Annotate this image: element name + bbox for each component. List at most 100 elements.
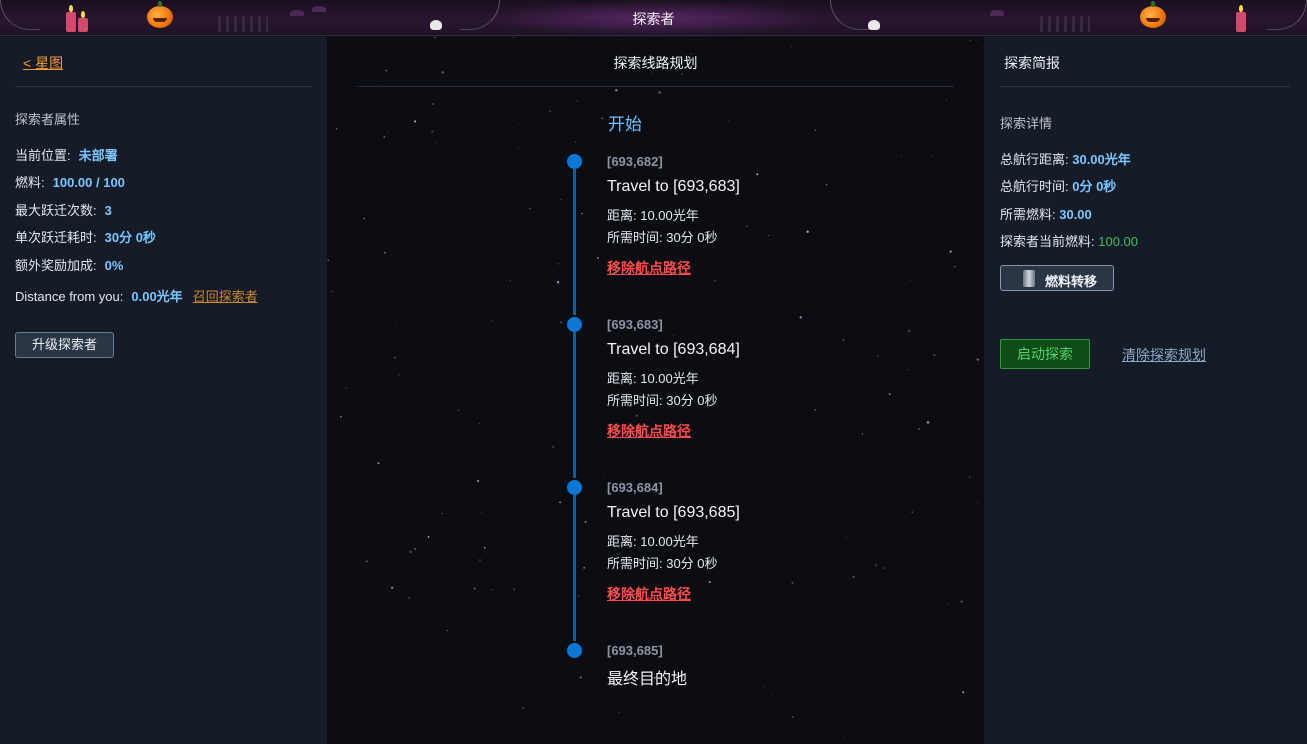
star (480, 511, 482, 513)
bat-icon (990, 10, 1004, 16)
timeline-segment (573, 495, 576, 641)
star (390, 586, 394, 589)
star (901, 154, 902, 156)
section-title: 探索者属性 (15, 112, 81, 127)
star (907, 369, 909, 371)
star (422, 724, 424, 725)
star (512, 37, 515, 38)
star (408, 596, 411, 599)
star (762, 686, 764, 688)
star (395, 322, 397, 324)
star (931, 155, 933, 157)
star (953, 266, 956, 268)
final-destination: [693,685] 最终目的地 (607, 643, 687, 689)
star (583, 566, 586, 569)
star (962, 691, 965, 694)
star (727, 120, 729, 122)
detail-total-distance: 总航行距离: 30.00光年 (1000, 152, 1131, 167)
star (513, 588, 515, 591)
star (330, 290, 333, 293)
star (947, 603, 950, 606)
route-planning-panel: 探索线路规划 开始 [693,682] Travel to [693,683] … (327, 37, 984, 744)
star (791, 716, 794, 718)
final-destination-label: 最终目的地 (607, 671, 688, 688)
star (460, 475, 462, 476)
remove-waypoint-link[interactable]: 移除航点路径 (607, 258, 740, 278)
waypoint-dot (567, 154, 582, 169)
star (556, 281, 560, 284)
star (910, 279, 912, 282)
exploration-summary-panel: 探索简报 探索详情 总航行距离: 30.00光年 总航行时间: 0分 0秒 所需… (984, 37, 1307, 744)
star (441, 512, 443, 515)
start-exploration-button[interactable]: 启动探索 (1000, 339, 1090, 369)
star (489, 378, 491, 379)
star (479, 559, 481, 561)
pumpkin-icon (1140, 1, 1166, 28)
waypoint-item: [693,683] Travel to [693,684] 距离: 10.00光… (607, 317, 740, 441)
star (969, 40, 971, 41)
star (603, 476, 605, 478)
waypoint-item: [693,682] Travel to [693,683] 距离: 10.00光… (607, 154, 740, 278)
star (383, 136, 385, 138)
fuel-transfer-button[interactable]: 燃料转移 (1000, 265, 1114, 291)
star (457, 409, 460, 411)
waypoint-coord: [693,684] (607, 480, 663, 495)
star (397, 374, 400, 376)
star (384, 252, 386, 254)
timeline-segment (573, 169, 576, 315)
star (414, 547, 416, 550)
star (972, 223, 974, 225)
back-to-starmap-link[interactable]: < 星图 (23, 53, 63, 73)
star (814, 129, 816, 131)
clear-plan-link[interactable]: 清除探索规划 (1122, 345, 1206, 365)
star (483, 546, 486, 549)
star (414, 120, 417, 123)
waypoint-time: 所需时间: 30分 0秒 (607, 556, 718, 571)
top-banner: 探索者 (0, 0, 1307, 36)
star (874, 564, 877, 567)
waypoint-travel: Travel to [693,683] (607, 178, 740, 195)
star (651, 73, 653, 75)
star (877, 355, 879, 357)
star (363, 217, 366, 220)
upgrade-explorer-button[interactable]: 升级探索者 (15, 332, 114, 358)
star (339, 415, 342, 418)
divider (357, 86, 954, 87)
waypoint-coord: [693,683] (607, 317, 663, 332)
star (843, 737, 845, 739)
star (409, 550, 412, 554)
star (491, 588, 493, 590)
remove-waypoint-link[interactable]: 移除航点路径 (607, 584, 740, 604)
route-start-label: 开始 (608, 115, 642, 134)
star (926, 421, 930, 424)
star (560, 199, 562, 201)
star (509, 280, 511, 282)
star (681, 73, 683, 75)
star (559, 501, 561, 504)
star (423, 269, 424, 271)
star (888, 393, 891, 396)
divider (15, 86, 312, 87)
section-title: 探索详情 (1000, 116, 1053, 131)
star (906, 546, 908, 548)
waypoint-distance: 距离: 10.00光年 (607, 534, 699, 549)
star (799, 316, 802, 319)
fence-decoration (1040, 16, 1090, 32)
recall-explorer-link[interactable]: 召回探索者 (193, 289, 258, 304)
star (479, 423, 481, 425)
star (579, 676, 582, 679)
candle-icon (1236, 5, 1246, 32)
star (586, 623, 588, 625)
star (578, 595, 580, 597)
star (560, 321, 563, 324)
star (814, 409, 817, 411)
divider (1000, 86, 1290, 87)
star (549, 110, 552, 113)
star (473, 587, 476, 590)
prop-fuel: 燃料: 100.00 / 100 (15, 175, 125, 190)
star (756, 173, 759, 176)
explorer-properties-panel: < 星图 探索者属性 当前位置: 未部署 燃料: 100.00 / 100 最大跃迁… (0, 37, 327, 744)
star (845, 536, 847, 538)
fuel-barrel-icon (1023, 270, 1035, 287)
remove-waypoint-link[interactable]: 移除航点路径 (607, 421, 740, 441)
